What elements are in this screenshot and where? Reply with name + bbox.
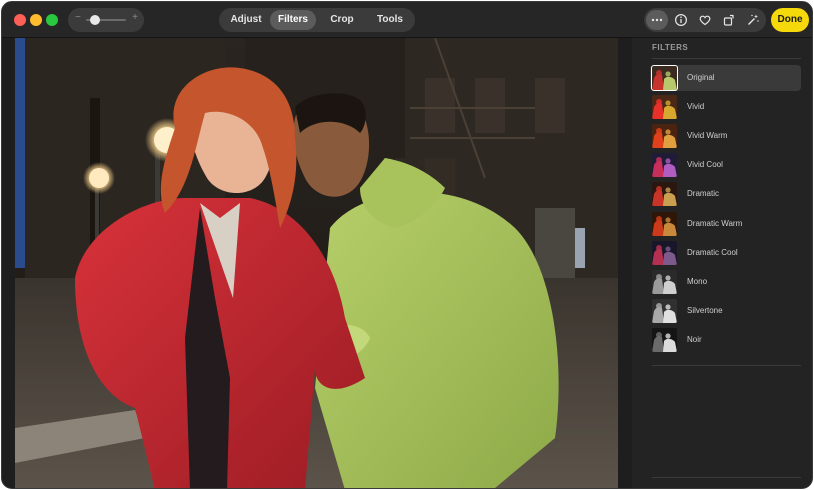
filter-thumbnail — [652, 211, 677, 236]
filter-thumbnail — [652, 269, 677, 294]
filter-item[interactable]: Original — [650, 65, 801, 91]
tab-adjust[interactable]: Adjust — [223, 10, 269, 30]
photo-canvas[interactable] — [15, 38, 618, 488]
filters-panel-title: FILTERS — [652, 43, 689, 52]
filter-thumbnail — [652, 153, 677, 178]
filter-label: Vivid — [687, 102, 705, 112]
filter-thumbnail — [652, 182, 677, 207]
filter-thumbnail — [652, 95, 677, 120]
zoom-thumb[interactable] — [90, 15, 100, 25]
filter-item[interactable]: Vivid Warm — [650, 123, 801, 149]
zoom-in-icon: + — [132, 12, 138, 23]
minimize-window-button[interactable] — [30, 14, 42, 26]
info-button[interactable] — [670, 10, 692, 30]
filter-label: Dramatic Cool — [687, 247, 738, 257]
tab-crop[interactable]: Crop — [319, 10, 365, 30]
filter-label: Vivid Cool — [687, 160, 723, 170]
filter-label: Mono — [687, 276, 708, 286]
rotate-icon — [723, 14, 734, 26]
filter-label: Dramatic — [687, 189, 720, 199]
info-icon — [674, 13, 688, 27]
filter-item[interactable]: Dramatic Warm — [650, 211, 801, 237]
zoom-slider[interactable]: − + — [68, 8, 144, 32]
photo-image — [15, 38, 618, 488]
rotate-button[interactable] — [718, 10, 740, 30]
heart-icon — [699, 15, 711, 26]
favorite-button[interactable] — [694, 10, 716, 30]
auto-enhance-button[interactable] — [742, 10, 764, 30]
filters-panel: FILTERS Original Vivid Vivid Warm Vivid Coo… — [632, 38, 812, 488]
toolbar-actions — [644, 8, 766, 32]
close-window-button[interactable] — [14, 14, 26, 26]
filter-label: Silvertone — [687, 305, 723, 315]
fullscreen-window-button[interactable] — [46, 14, 58, 26]
filter-thumbnail — [652, 327, 677, 352]
more-button[interactable] — [646, 10, 668, 30]
divider — [652, 58, 801, 59]
photos-edit-window: − + Adjust Filters Crop Tools Done FILTE… — [1, 1, 813, 489]
filter-item[interactable]: Mono — [650, 269, 801, 295]
filter-item[interactable]: Silvertone — [650, 298, 801, 324]
done-button[interactable]: Done — [771, 8, 809, 32]
filter-item[interactable]: Noir — [650, 327, 801, 353]
filter-thumbnail — [652, 240, 677, 265]
zoom-out-icon: − — [75, 12, 81, 23]
filter-item[interactable]: Vivid — [650, 94, 801, 120]
filter-thumbnail — [652, 124, 677, 149]
tab-tools[interactable]: Tools — [367, 10, 413, 30]
auto-enhance-icon — [748, 14, 759, 25]
filter-label: Dramatic Warm — [687, 218, 743, 228]
filter-label: Vivid Warm — [687, 131, 728, 141]
filter-item[interactable]: Dramatic — [650, 181, 801, 207]
filter-label: Noir — [687, 334, 702, 344]
edit-mode-tabs: Adjust Filters Crop Tools — [219, 8, 415, 32]
divider — [652, 365, 801, 366]
tab-filters[interactable]: Filters — [270, 10, 316, 30]
more-icon — [651, 18, 663, 22]
filter-thumbnail — [652, 298, 677, 323]
filter-item[interactable]: Vivid Cool — [650, 152, 801, 178]
filter-thumbnail — [651, 65, 678, 91]
filter-item[interactable]: Dramatic Cool — [650, 240, 801, 266]
toolbar: − + Adjust Filters Crop Tools Done — [2, 2, 812, 38]
divider — [652, 477, 801, 478]
filter-label: Original — [687, 73, 715, 82]
